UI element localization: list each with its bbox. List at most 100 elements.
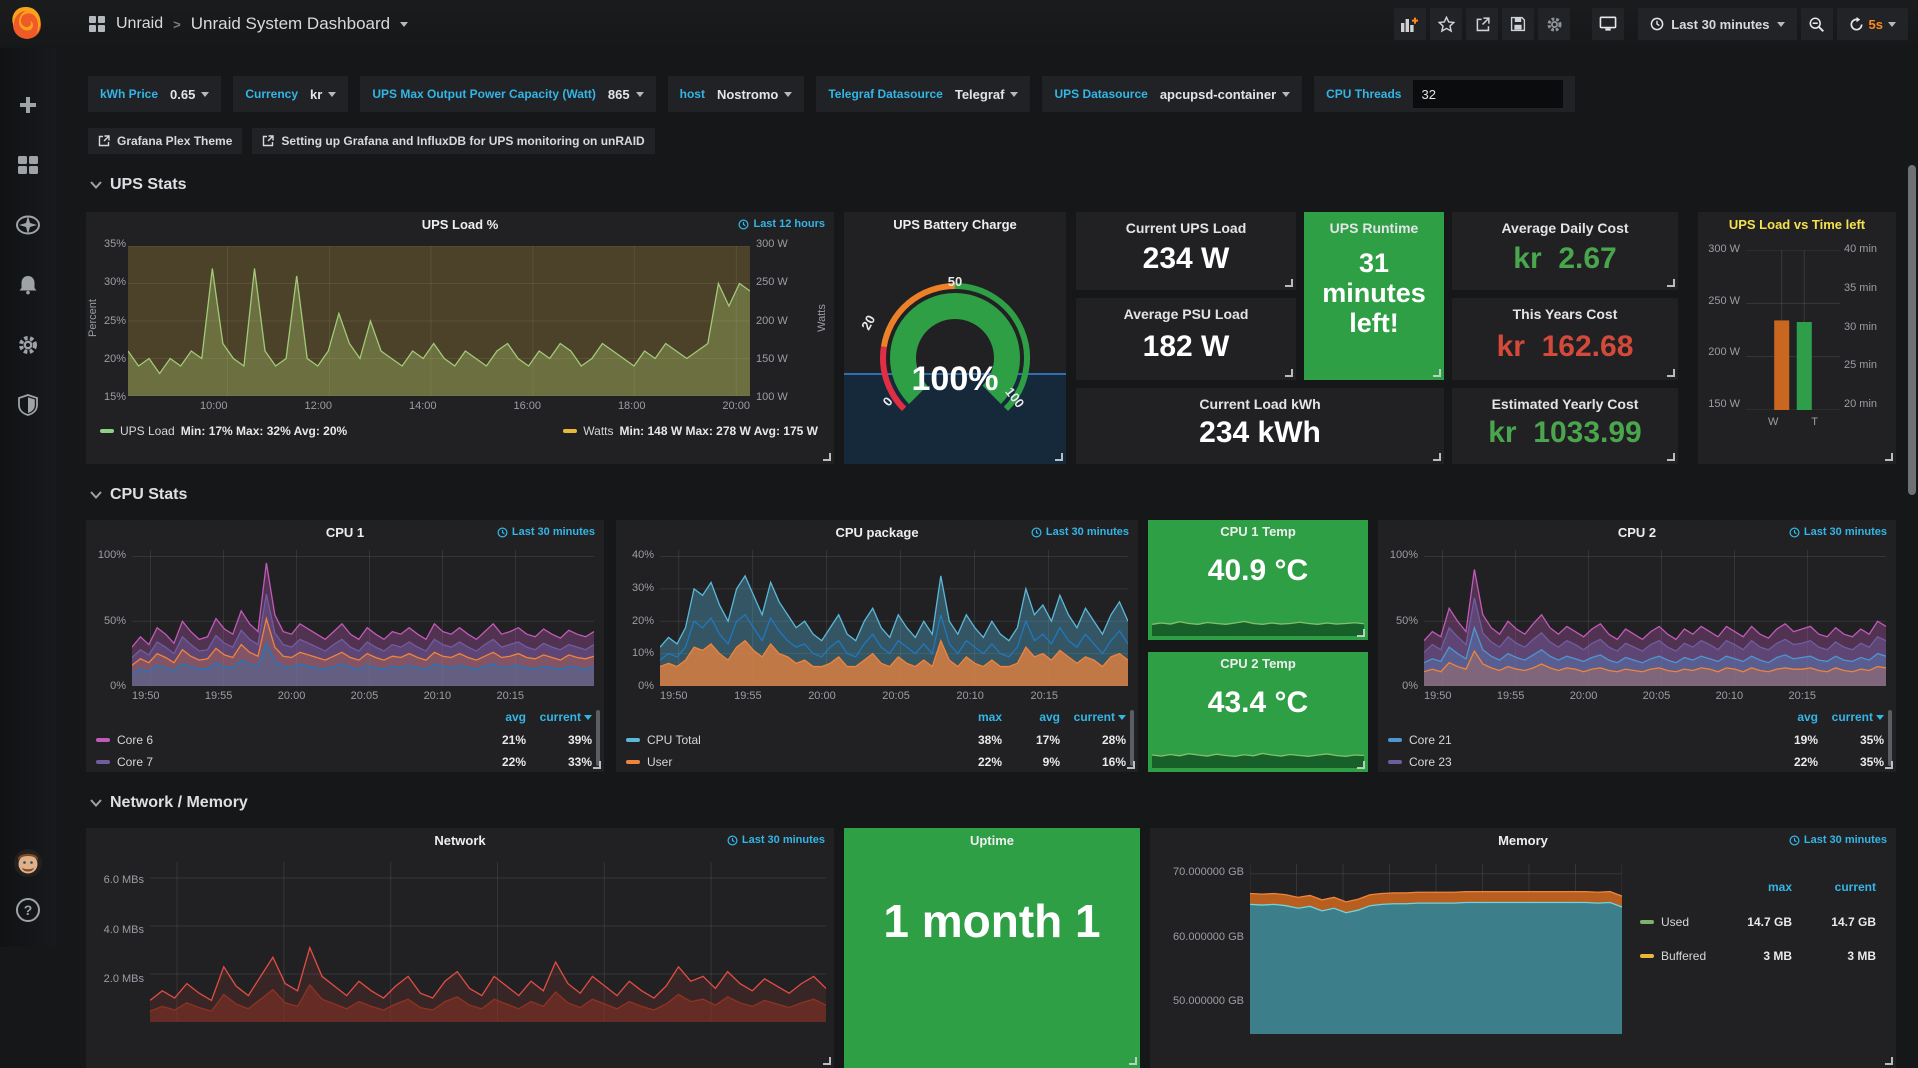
star-button[interactable]: [1430, 8, 1462, 40]
time-range-label: Last 30 minutes: [1671, 17, 1769, 32]
alerting-bell-icon[interactable]: [13, 270, 43, 300]
variable-value-dropdown[interactable]: 0.65: [170, 87, 209, 102]
axis-tick-label: 100%: [1382, 550, 1418, 561]
explore-compass-icon[interactable]: [13, 210, 43, 240]
panel-time-override[interactable]: Last 30 minutes: [1789, 526, 1887, 538]
y-axis-left: 35%30%25%20%15%: [94, 239, 126, 403]
legend-sort-avg[interactable]: avg: [1002, 710, 1060, 724]
panel-time-override[interactable]: Last 12 hours: [738, 218, 825, 230]
network-chart[interactable]: [150, 862, 826, 1022]
cpu1-temp-sparkline: [1152, 610, 1364, 636]
axis-tick-label: 40%: [620, 550, 654, 561]
breadcrumb-root[interactable]: Unraid: [116, 15, 163, 33]
panel-title[interactable]: CPU 1 Temp: [1148, 520, 1368, 544]
panel-time-override[interactable]: Last 30 minutes: [1789, 834, 1887, 846]
axis-tick-label: 300 W: [756, 239, 800, 250]
legend-sort-current[interactable]: current: [1792, 880, 1876, 894]
legend-sort-current[interactable]: current: [526, 710, 592, 724]
panel-time-override[interactable]: Last 30 minutes: [1031, 526, 1129, 538]
y-axis-left: 100%50%0%: [90, 550, 126, 692]
panel-title[interactable]: UPS Load vs Time left: [1698, 212, 1896, 238]
axis-tick-label: 0%: [90, 681, 126, 692]
legend-scrollbar[interactable]: [1888, 710, 1892, 766]
variable-value-dropdown[interactable]: Nostromo: [717, 87, 792, 102]
y-axis-left: 300 W250 W200 W150 W: [1700, 244, 1740, 410]
settings-gear-button[interactable]: [1538, 8, 1570, 40]
legend-series-name[interactable]: UPS Load: [120, 424, 175, 438]
ups-vs-time-bars[interactable]: [1746, 250, 1840, 410]
stat-title[interactable]: Estimated Yearly Cost: [1452, 396, 1678, 412]
page-title[interactable]: Unraid System Dashboard: [191, 14, 390, 34]
save-button[interactable]: [1502, 8, 1534, 40]
variable-cpu-threads: CPU Threads: [1314, 76, 1575, 112]
variable-kwh-price: kWh Price 0.65: [88, 76, 221, 112]
variable-value-dropdown[interactable]: Telegraf: [955, 87, 1019, 102]
variable-value-dropdown[interactable]: 865: [608, 87, 644, 102]
panel-time-override[interactable]: Last 30 minutes: [727, 834, 825, 846]
stat-title[interactable]: Average Daily Cost: [1452, 220, 1678, 236]
stat-title[interactable]: UPS Runtime: [1304, 220, 1444, 236]
legend-sort-avg[interactable]: avg: [1760, 710, 1818, 724]
stat-title[interactable]: Average PSU Load: [1076, 306, 1296, 322]
stat-value: kr 162.68: [1452, 330, 1678, 364]
section-cpu-stats[interactable]: CPU Stats: [90, 486, 187, 504]
legend-sort-current[interactable]: current: [1060, 710, 1126, 724]
legend-series-name[interactable]: Watts: [583, 424, 613, 438]
variable-value-dropdown[interactable]: kr: [310, 87, 336, 102]
refresh-picker[interactable]: 5s: [1837, 8, 1908, 40]
user-avatar[interactable]: [13, 848, 43, 878]
section-network-memory[interactable]: Network / Memory: [90, 794, 248, 812]
legend-sort-avg[interactable]: avg: [468, 710, 526, 724]
cpu-threads-input[interactable]: [1413, 80, 1563, 108]
stat-title[interactable]: Current Load kWh: [1076, 396, 1444, 412]
panel-title[interactable]: UPS Load %: [86, 212, 834, 238]
dashboards-grid-icon[interactable]: [88, 15, 106, 33]
axis-tick-label: 19:50: [660, 690, 688, 702]
grafana-logo[interactable]: [8, 5, 46, 43]
gauge-tick-50: 50: [844, 274, 1066, 289]
panel-time-override[interactable]: Last 30 minutes: [497, 526, 595, 538]
cpu2-chart[interactable]: [1424, 550, 1886, 686]
legend-scrollbar[interactable]: [1130, 710, 1134, 766]
panel-current-ups-load: Current UPS Load 234 W: [1076, 212, 1296, 290]
memory-chart[interactable]: [1250, 864, 1622, 1034]
ups-load-chart[interactable]: [128, 246, 750, 396]
section-ups-stats[interactable]: UPS Stats: [90, 176, 186, 194]
stat-title[interactable]: This Years Cost: [1452, 306, 1678, 322]
axis-tick-label: 250 W: [1700, 296, 1740, 307]
cpu-package-chart[interactable]: [660, 550, 1128, 686]
dashboards-icon[interactable]: [13, 150, 43, 180]
legend-series-stats: Min: 17% Max: 32% Avg: 20%: [181, 424, 348, 438]
panel-title[interactable]: UPS Battery Charge: [844, 212, 1066, 238]
panel-title[interactable]: CPU 2 Temp: [1148, 652, 1368, 676]
cycle-view-monitor-button[interactable]: [1592, 8, 1624, 40]
variable-value-dropdown[interactable]: apcupsd-container: [1160, 87, 1290, 102]
panel-title[interactable]: Network: [86, 828, 834, 854]
add-panel-button[interactable]: [1394, 8, 1426, 40]
share-button[interactable]: [1466, 8, 1498, 40]
axis-tick-label: 2.0 MBs: [92, 974, 144, 985]
battery-gauge[interactable]: [855, 274, 1055, 434]
title-caret-icon[interactable]: [400, 22, 408, 27]
legend-header-row: avg current: [96, 708, 592, 726]
panel-title[interactable]: Memory: [1150, 828, 1896, 854]
stat-title[interactable]: Current UPS Load: [1076, 220, 1296, 236]
cpu1-chart[interactable]: [132, 550, 594, 686]
link-grafana-plex-theme[interactable]: Grafana Plex Theme: [88, 128, 242, 154]
panel-title[interactable]: Uptime: [844, 828, 1140, 854]
server-admin-shield-icon[interactable]: [13, 390, 43, 420]
link-ups-monitoring-guide[interactable]: Setting up Grafana and InfluxDB for UPS …: [252, 128, 654, 154]
legend-sort-max[interactable]: max: [944, 710, 1002, 724]
y-axis-left: 100%50%0%: [1382, 550, 1418, 692]
panel-ups-runtime: UPS Runtime 31 minutes left!: [1304, 212, 1444, 380]
time-range-picker[interactable]: Last 30 minutes: [1638, 8, 1796, 40]
configuration-gear-icon[interactable]: [13, 330, 43, 360]
zoom-out-button[interactable]: [1801, 8, 1833, 40]
help-icon[interactable]: ?: [13, 895, 43, 925]
create-plus-icon[interactable]: [13, 90, 43, 120]
axis-tick-label: 20 min: [1844, 399, 1892, 410]
legend-sort-max[interactable]: max: [1720, 880, 1792, 894]
legend-sort-current[interactable]: current: [1818, 710, 1884, 724]
page-scrollbar[interactable]: [1908, 165, 1916, 495]
legend-scrollbar[interactable]: [596, 710, 600, 766]
